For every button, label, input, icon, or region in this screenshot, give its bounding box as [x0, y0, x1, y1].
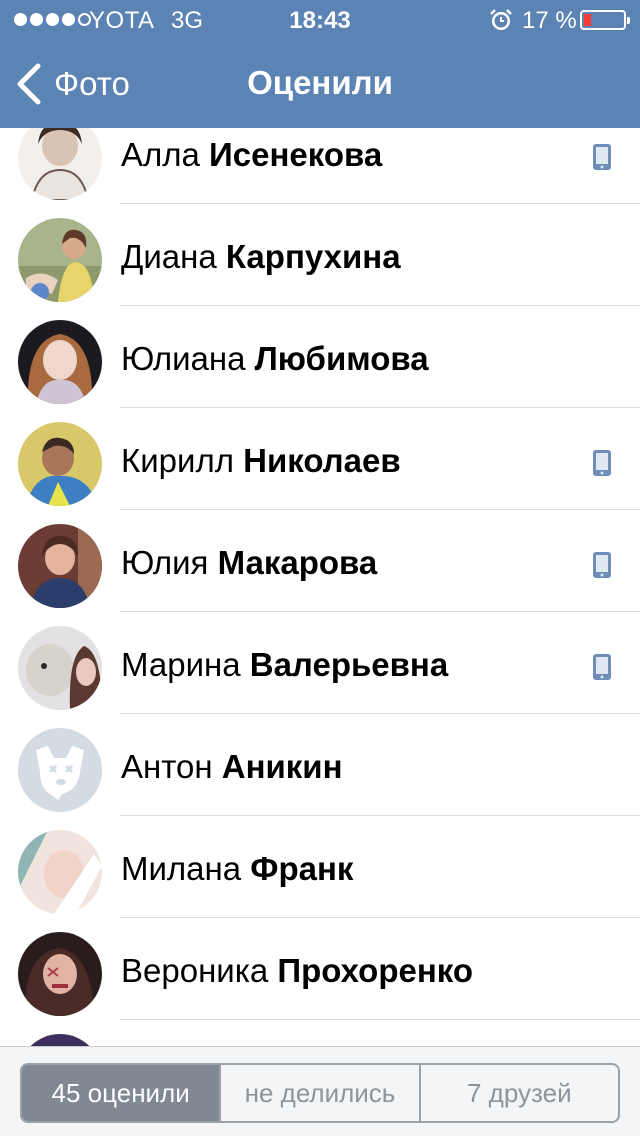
person-name: Марина Валерьевна: [121, 646, 449, 683]
mobile-phone-icon: [593, 144, 611, 170]
person-name: Антон Аникин: [121, 748, 343, 785]
avatar: [18, 932, 102, 1016]
battery-level: [584, 14, 591, 26]
person-name: Юлиана Любимова: [121, 340, 429, 377]
avatar: [18, 830, 102, 914]
list-item[interactable]: Антон Аникин: [0, 714, 640, 816]
avatar: [18, 116, 102, 200]
page-title: Оценили: [247, 64, 393, 101]
list-item[interactable]: Марина Валерьевна: [0, 612, 640, 714]
bottom-bar: 45 оценили не делились 7 друзей: [0, 1046, 640, 1136]
avatar: [18, 320, 102, 404]
avatar: [18, 728, 102, 812]
filter-segmented-control: 45 оценили не делились 7 друзей: [20, 1063, 620, 1123]
tab-liked[interactable]: 45 оценили: [22, 1065, 220, 1121]
list-item[interactable]: Вероника Прохоренко: [0, 918, 640, 1020]
likers-list: Алла Исенекова Диана Карпухина Юлиана Лю…: [0, 102, 640, 1122]
person-name: Милана Франк: [121, 850, 354, 887]
person-name: Юлия Макарова: [121, 544, 378, 581]
list-item[interactable]: Юлиана Любимова: [0, 306, 640, 408]
list-item[interactable]: Милана Франк: [0, 816, 640, 918]
person-name: Кирилл Николаев: [121, 442, 401, 479]
list-item[interactable]: Диана Карпухина: [0, 204, 640, 306]
avatar: [18, 218, 102, 302]
person-name: Алла Исенекова: [121, 136, 383, 173]
list-item[interactable]: Юлия Макарова: [0, 510, 640, 612]
battery-icon: [580, 10, 630, 30]
alarm-icon: [490, 9, 512, 30]
navigation-bar: Фото Оценили: [0, 40, 640, 128]
default-dog-avatar-icon: [18, 728, 102, 812]
person-name: Вероника Прохоренко: [121, 952, 474, 989]
mobile-phone-icon: [593, 552, 611, 578]
status-bar: YOTA 3G 18:43 17 %: [0, 0, 640, 40]
avatar: [18, 524, 102, 608]
person-name: Диана Карпухина: [121, 238, 401, 275]
screen: Алла Исенекова Диана Карпухина Юлиана Лю…: [0, 0, 640, 1136]
avatar: [18, 422, 102, 506]
mobile-phone-icon: [593, 654, 611, 680]
battery-percent: 17 %: [522, 7, 577, 34]
avatar: [18, 626, 102, 710]
tab-friends[interactable]: 7 друзей: [418, 1065, 618, 1121]
mobile-phone-icon: [593, 450, 611, 476]
tab-not-shared[interactable]: не делились: [219, 1065, 418, 1121]
list-item[interactable]: Кирилл Николаев: [0, 408, 640, 510]
top-bar: YOTA 3G 18:43 17 % Фото Оценили: [0, 0, 640, 128]
